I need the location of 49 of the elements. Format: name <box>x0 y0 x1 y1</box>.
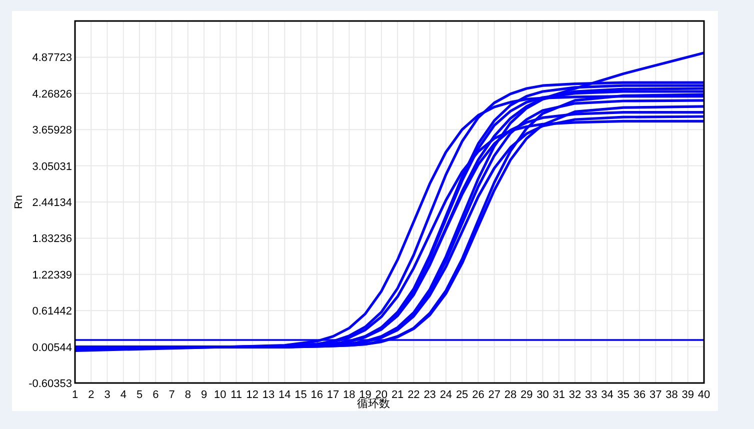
x-tick-label: 18 <box>343 389 356 401</box>
y-tick-label: 4.26826 <box>32 88 72 100</box>
x-tick-label: 7 <box>168 389 175 401</box>
x-tick-label: 11 <box>230 389 242 401</box>
y-tick-label: 2.44134 <box>32 197 72 209</box>
x-tick-label: 33 <box>584 389 598 401</box>
y-axis-title: Rn <box>13 194 25 210</box>
x-tick-label: 25 <box>456 389 468 401</box>
x-tick-label: 35 <box>617 389 630 401</box>
y-tick-label: 0.00544 <box>32 342 72 354</box>
x-tick-label: 37 <box>650 389 662 401</box>
x-tick-label: 17 <box>326 389 340 401</box>
x-tick-label: 5 <box>136 389 143 401</box>
x-tick-label: 31 <box>552 389 565 401</box>
x-tick-label: 2 <box>88 389 94 401</box>
x-tick-label: 28 <box>504 389 517 401</box>
x-tick-label: 1 <box>72 389 78 401</box>
y-tick-label: 3.65928 <box>32 124 72 137</box>
x-tick-label: 10 <box>214 389 226 401</box>
y-tick-label: 4.87723 <box>32 52 72 64</box>
y-tick-label: 0.61442 <box>32 306 72 318</box>
x-tick-label: 12 <box>246 389 259 401</box>
x-tick-label: 6 <box>152 389 159 401</box>
y-tick-label: 3.05031 <box>32 160 72 173</box>
x-tick-label: 23 <box>424 389 436 401</box>
x-tick-label: 36 <box>633 389 646 401</box>
x-tick-label: 13 <box>262 389 275 401</box>
x-tick-label: 32 <box>568 389 582 401</box>
x-tick-label: 9 <box>200 389 208 401</box>
x-tick-label: 39 <box>682 389 694 401</box>
x-tick-label: 22 <box>408 389 420 401</box>
x-tick-label: 38 <box>666 389 678 401</box>
x-tick-label: 24 <box>440 389 452 401</box>
y-tick-label: -0.60353 <box>28 378 72 390</box>
x-tick-label: 40 <box>698 389 710 401</box>
x-tick-label: 4 <box>120 389 126 401</box>
x-tick-label: 3 <box>104 389 110 401</box>
x-tick-label: 27 <box>488 389 500 401</box>
x-tick-label: 21 <box>391 389 404 401</box>
x-tick-label: 14 <box>278 389 291 401</box>
x-tick-label: 8 <box>184 389 191 401</box>
y-tick-label: 1.83236 <box>32 233 72 246</box>
x-tick-label: 15 <box>294 389 307 401</box>
x-tick-label: 30 <box>536 389 549 401</box>
x-tick-label: 34 <box>601 389 614 401</box>
y-tick-label: 1.22339 <box>32 269 72 282</box>
x-tick-label: 26 <box>472 389 484 401</box>
x-tick-label: 29 <box>520 389 533 401</box>
x-tick-label: 16 <box>310 389 324 401</box>
